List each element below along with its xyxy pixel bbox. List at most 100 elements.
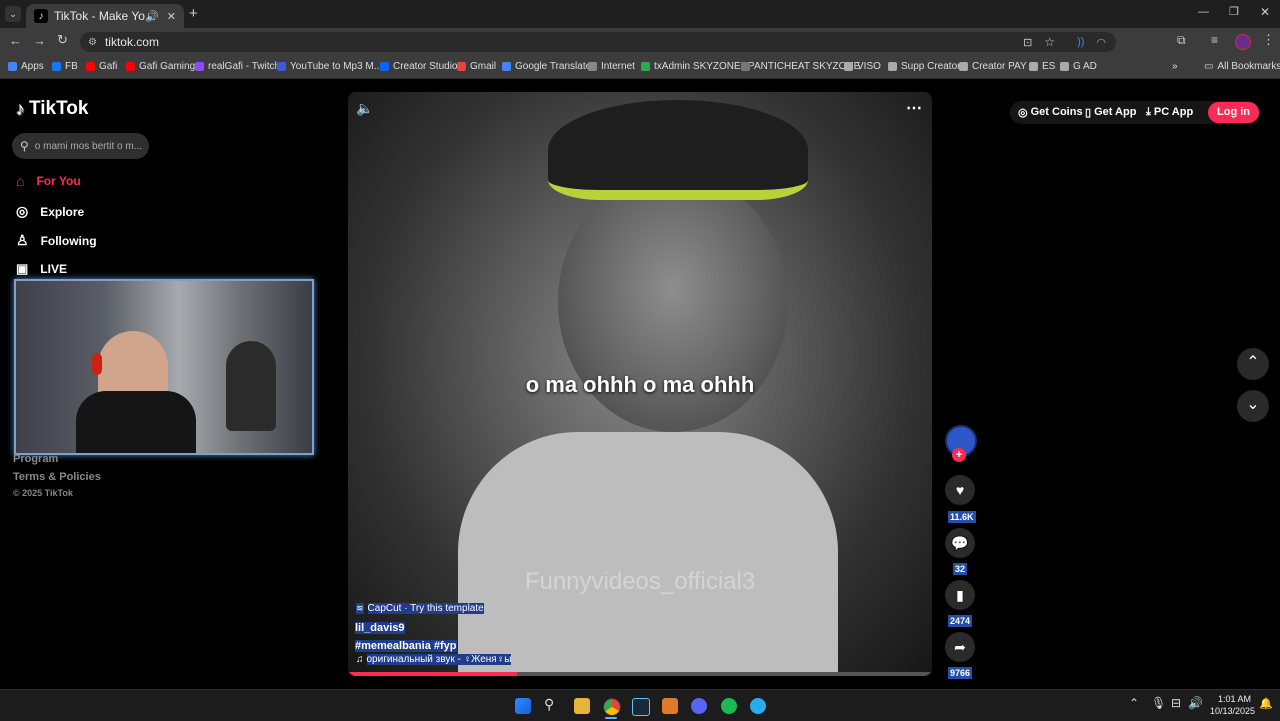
nav-for-you[interactable]: ⌂ For You xyxy=(16,173,81,189)
author-name[interactable]: lil_davis9 xyxy=(355,622,405,634)
bookmark-label: Apps xyxy=(21,61,44,72)
get-coins-button[interactable]: ◎ Get Coins xyxy=(1018,106,1083,119)
more-options-icon[interactable]: ⋯ xyxy=(906,98,922,118)
bookmark-item[interactable]: FB xyxy=(52,61,78,72)
bookmark-label: Gmail xyxy=(470,61,497,72)
active-tab[interactable]: ♪ TikTok - Make Your Day 🔊 ✕ xyxy=(26,4,184,28)
all-bookmarks-button[interactable]: ▭ All Bookmarks xyxy=(1204,61,1280,72)
close-window-icon[interactable]: ✕ xyxy=(1260,5,1270,19)
microphone-icon[interactable]: 🎙 xyxy=(1151,696,1166,710)
clock-date[interactable]: 10/13/2025 xyxy=(1210,706,1255,716)
bookmark-item[interactable]: Gafi Gaming xyxy=(126,61,195,72)
app-orange-icon[interactable] xyxy=(662,698,678,714)
bookmark-favicon-icon xyxy=(277,62,286,71)
bookmark-item[interactable]: G AD xyxy=(1060,61,1097,72)
follow-plus-icon[interactable]: + xyxy=(952,448,966,462)
bookmark-item[interactable]: Creator PAY xyxy=(959,61,1027,72)
bookmarks-overflow-icon[interactable]: » xyxy=(1172,61,1178,72)
share-count: 9766 xyxy=(948,667,973,679)
file-explorer-icon[interactable] xyxy=(574,698,590,714)
bookmark-item[interactable]: Internet xyxy=(588,61,635,72)
notification-icon[interactable]: 🔔 xyxy=(1259,697,1273,710)
bookmark-item[interactable]: Gafi xyxy=(86,61,117,72)
bookmark-item[interactable]: Google Translate xyxy=(502,61,591,72)
get-app-button[interactable]: ▯ Get App xyxy=(1085,106,1136,119)
capcut-link[interactable]: ≋ CapCut · Try this template xyxy=(356,603,484,614)
mute-icon[interactable]: 🔈 xyxy=(356,100,373,117)
bookmark-item[interactable]: ES xyxy=(1029,61,1055,72)
footer-program[interactable]: Program xyxy=(13,453,58,465)
extensions-icon[interactable]: ⧉ xyxy=(1177,33,1186,48)
windows-start-icon[interactable] xyxy=(515,698,531,714)
pc-app-label: PC App xyxy=(1153,106,1194,118)
menu-icon[interactable]: ⋮ xyxy=(1262,32,1275,48)
tab-search-button[interactable]: ⌄ xyxy=(5,6,21,22)
tiktok-favicon-icon: ♪ xyxy=(34,9,48,23)
bookmark-label: txAdmin SKYZONERP xyxy=(654,61,755,72)
reload-icon[interactable]: ↻ xyxy=(57,32,68,48)
chrome-icon[interactable] xyxy=(603,698,621,716)
comment-count: 32 xyxy=(953,563,968,575)
nav-explore[interactable]: ◎ Explore xyxy=(16,203,84,220)
previous-video-button[interactable]: ⌃ xyxy=(1237,348,1269,380)
tray-chevron-icon[interactable]: ⌃ xyxy=(1129,696,1139,710)
next-video-button[interactable]: ⌄ xyxy=(1237,390,1269,422)
back-icon[interactable]: ← xyxy=(9,33,22,48)
volume-icon[interactable]: 🔊 xyxy=(1188,696,1203,710)
new-tab-icon[interactable]: + xyxy=(189,5,198,22)
video-hashtags[interactable]: #memealbania #fyp xyxy=(355,640,457,652)
bookmark-label: Creator PAY xyxy=(972,61,1027,72)
bookmark-favicon-icon xyxy=(959,62,968,71)
search-taskbar-icon[interactable]: ⚲ xyxy=(544,696,554,713)
extension-sound-icon[interactable]: )) xyxy=(1077,36,1084,48)
profile-avatar[interactable] xyxy=(1235,34,1251,50)
network-icon[interactable]: ⊟ xyxy=(1171,696,1181,710)
progress-track[interactable] xyxy=(348,672,932,676)
share-button[interactable]: ➦ xyxy=(945,632,975,662)
telegram-icon[interactable] xyxy=(750,698,766,714)
minimize-icon[interactable]: — xyxy=(1198,6,1209,18)
extension-vpn-icon[interactable]: ◠ xyxy=(1096,36,1106,49)
spotify-icon[interactable] xyxy=(721,698,737,714)
all-bookmarks-label: All Bookmarks xyxy=(1217,61,1280,72)
bookmark-item[interactable]: Apps xyxy=(8,61,44,72)
search-input[interactable]: o mami mos bertit o m... xyxy=(35,141,142,152)
install-app-icon[interactable]: ⊡ xyxy=(1023,36,1032,49)
bookmark-item[interactable]: VISO xyxy=(844,61,881,72)
pc-app-button[interactable]: ⤓ PC App xyxy=(1146,106,1193,119)
media-icon[interactable]: ≡ xyxy=(1211,33,1218,47)
save-button[interactable]: ▮ xyxy=(945,580,975,610)
bookmark-item[interactable]: Gmail xyxy=(457,61,496,72)
nav-live[interactable]: ▣ LIVE xyxy=(16,261,67,277)
steam-icon[interactable] xyxy=(632,698,650,716)
bookmark-item[interactable]: txAdmin SKYZONERP xyxy=(641,61,755,72)
bookmark-item[interactable]: Supp Creator xyxy=(888,61,960,72)
address-bar[interactable]: ⚙ tiktok.com ⊡ ☆ )) ◠ xyxy=(80,32,1116,52)
webcam-overlay xyxy=(14,279,314,455)
bookmark-item[interactable]: YouTube to Mp3 M... xyxy=(277,61,382,72)
speaker-icon[interactable]: 🔊 xyxy=(145,10,159,23)
footer-terms[interactable]: Terms & Policies xyxy=(13,471,101,483)
bookmark-item[interactable]: realGafi - Twitch xyxy=(195,61,280,72)
compass-icon: ◎ xyxy=(16,203,29,219)
login-button[interactable]: Log in xyxy=(1208,102,1259,123)
tiktok-logo[interactable]: ♪ TikTok xyxy=(16,98,88,120)
bookmark-label: Gafi xyxy=(99,61,118,72)
chrome-active-indicator xyxy=(605,717,617,719)
video-player[interactable]: 🔈 ⋯ o ma ohhh o ma ohhh Funnyvideos_offi… xyxy=(348,92,932,676)
bookmark-item[interactable]: Creator Studio xyxy=(380,61,457,72)
search-box[interactable]: ⚲ o mami mos bertit o m... xyxy=(12,133,149,159)
like-button[interactable]: ♥ xyxy=(945,475,975,505)
close-tab-icon[interactable]: ✕ xyxy=(167,10,176,23)
bookmark-star-icon[interactable]: ☆ xyxy=(1044,35,1055,49)
restore-icon[interactable]: ❐ xyxy=(1229,5,1239,18)
bookmark-item[interactable]: ANTICHEAT SKYZONE xyxy=(741,61,860,72)
site-info-icon[interactable]: ⚙ xyxy=(88,37,97,48)
comment-button[interactable]: 💬 xyxy=(945,528,975,558)
nav-following[interactable]: ♙ Following xyxy=(16,232,97,249)
clock-time[interactable]: 1:01 AM xyxy=(1218,694,1251,704)
sound-link[interactable]: ♫ оригинальный звук - ♀Женя♀ы xyxy=(356,654,512,665)
forward-icon[interactable]: → xyxy=(33,33,46,48)
discord-icon[interactable] xyxy=(691,698,707,714)
bookmark-label: YouTube to Mp3 M... xyxy=(290,61,383,72)
